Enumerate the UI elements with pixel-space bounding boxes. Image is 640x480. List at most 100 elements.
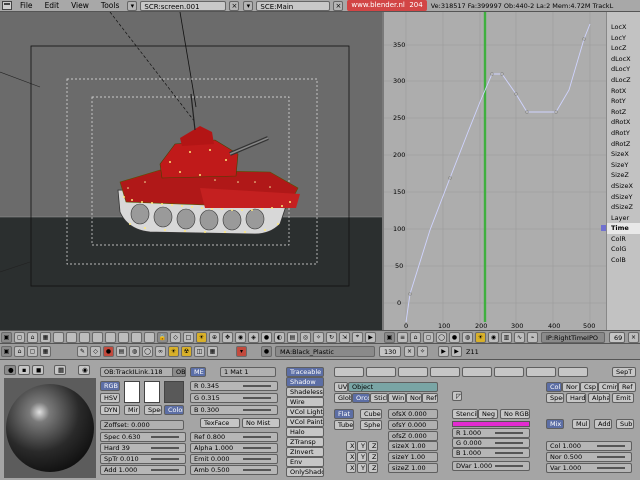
- sept-button[interactable]: SepT: [612, 367, 636, 377]
- screen-name-field[interactable]: SCR:screen.001: [140, 0, 227, 11]
- ipo-channel[interactable]: SizeX: [607, 149, 640, 160]
- proj-y2-button[interactable]: Y: [357, 452, 367, 462]
- ipo-channel[interactable]: dLocX: [607, 54, 640, 65]
- ref-slider[interactable]: Ref 0.800: [190, 432, 278, 442]
- ipo-channel[interactable]: Layer: [607, 213, 640, 224]
- layer-4-button[interactable]: [92, 331, 103, 343]
- dyn-mode-button[interactable]: DYN: [100, 405, 120, 415]
- var-factor-slider[interactable]: Var 1.000: [546, 463, 632, 473]
- rgb-mode-button[interactable]: RGB: [100, 381, 120, 391]
- proj-z2-button[interactable]: Z: [368, 452, 378, 462]
- vcol-light-toggle[interactable]: VCol Light: [286, 407, 324, 417]
- scene-browse-button[interactable]: ▾: [243, 0, 254, 11]
- ipo-lamp-icon[interactable]: ☀: [475, 331, 486, 343]
- wire-icon[interactable]: ◈: [248, 331, 259, 343]
- ipo-channel[interactable]: ColG: [607, 244, 640, 255]
- layer-6-button[interactable]: [118, 331, 129, 343]
- texture-icon[interactable]: ▤: [287, 331, 298, 343]
- anim-context-icon[interactable]: ∞: [155, 346, 166, 357]
- grid-icon[interactable]: ▦: [40, 331, 51, 343]
- texture-color-bar[interactable]: [452, 421, 530, 427]
- spec-color-swatch[interactable]: [144, 381, 160, 403]
- screen-browse-button[interactable]: ▾: [127, 0, 138, 11]
- mir-button[interactable]: Mir: [124, 405, 140, 415]
- texface-button[interactable]: TexFace: [200, 418, 240, 428]
- cube-icon[interactable]: ◻: [14, 331, 25, 343]
- sizex-field[interactable]: sizeX 1.00: [388, 441, 438, 451]
- add-slider[interactable]: Add 1.000: [100, 465, 186, 475]
- blend-sub-button[interactable]: Sub: [616, 419, 634, 429]
- sptr-slider[interactable]: SpTr 0.010: [100, 454, 186, 464]
- render-context-icon[interactable]: ▦: [207, 346, 218, 357]
- view-persp-icon[interactable]: ◇: [170, 331, 181, 343]
- tex-channel-8[interactable]: [558, 367, 588, 377]
- play-anim-all-icon[interactable]: ▶: [451, 346, 462, 357]
- ztransp-toggle[interactable]: ZTransp: [286, 437, 324, 447]
- norgb-button[interactable]: No RGB: [500, 409, 530, 419]
- screen-close-icon[interactable]: ×: [229, 0, 240, 11]
- edit-mode-icon[interactable]: ✎: [77, 346, 88, 357]
- amb-slider[interactable]: Amb 0.500: [190, 465, 278, 475]
- ipo-camera-icon[interactable]: ◉: [488, 331, 499, 343]
- texture-context-icon[interactable]: ▤: [116, 346, 127, 357]
- spec-slider[interactable]: Spec 0.630: [100, 432, 186, 442]
- material-close-icon[interactable]: ×: [404, 346, 415, 357]
- sizey-field[interactable]: sizeY 1.00: [388, 452, 438, 462]
- ipo-key-icon[interactable]: ⌁: [527, 331, 538, 343]
- ipo-home-icon[interactable]: ⌂: [410, 331, 421, 343]
- nor-factor-slider[interactable]: Nor 0.500: [546, 452, 632, 462]
- glob-button[interactable]: Glob: [334, 393, 352, 403]
- ipo-channel[interactable]: dSizeY: [607, 192, 640, 203]
- layer-1-button[interactable]: [53, 331, 64, 343]
- col-factor-slider[interactable]: Col 1.000: [546, 441, 632, 451]
- scale-icon[interactable]: ⇲: [339, 331, 350, 343]
- preview-sphere-icon[interactable]: ●: [4, 365, 16, 375]
- stencil-button[interactable]: Stencil: [452, 409, 478, 419]
- orco-button[interactable]: Orco: [352, 393, 370, 403]
- wire-toggle[interactable]: Wire: [286, 397, 324, 407]
- color-button[interactable]: Color: [164, 405, 184, 415]
- ipo-lock-icon[interactable]: ◻: [423, 331, 434, 343]
- me-link-button[interactable]: ME: [190, 367, 206, 377]
- proj-x2-button[interactable]: X: [346, 452, 356, 462]
- flat-button[interactable]: Flat: [334, 409, 354, 419]
- mat-index-field[interactable]: 1 Mat 1: [220, 367, 276, 377]
- spec-button[interactable]: Spec: [144, 405, 162, 415]
- auto-texspace-icon[interactable]: ✧: [417, 346, 428, 357]
- ipo-users-count[interactable]: 69: [609, 331, 625, 343]
- layer-5-button[interactable]: [105, 331, 116, 343]
- menu-view[interactable]: View: [65, 1, 95, 10]
- ipo-channel[interactable]: SizeZ: [607, 170, 640, 181]
- tex-g-slider[interactable]: G 0.000: [452, 438, 530, 448]
- ipo-channel[interactable]: dRotX: [607, 117, 640, 128]
- ipo-sequence-icon[interactable]: ▥: [501, 331, 512, 343]
- layer-2-button[interactable]: [66, 331, 77, 343]
- lock-icon[interactable]: 🔒: [157, 331, 168, 343]
- preview-refresh-icon[interactable]: ◉: [78, 365, 90, 375]
- window-type-icon[interactable]: ▣: [1, 331, 12, 343]
- blue-slider[interactable]: B 0.300: [190, 405, 278, 415]
- zinvert-toggle[interactable]: ZInvert: [286, 447, 324, 457]
- home-icon[interactable]: ⌂: [27, 331, 38, 343]
- ipo-channel[interactable]: SizeY: [607, 160, 640, 171]
- tex-channel-2[interactable]: [366, 367, 396, 377]
- ipo-keyframe[interactable]: [490, 72, 494, 76]
- mapto-cmir-button[interactable]: Cmir: [598, 382, 618, 392]
- preview-cube-icon[interactable]: ◼: [32, 365, 44, 375]
- material-browse-icon[interactable]: ▾: [236, 346, 247, 357]
- object-context-icon[interactable]: ◇: [90, 346, 101, 357]
- script-context-icon[interactable]: ◫: [194, 346, 205, 357]
- ipo-editor[interactable]: 350 300 250 200 150 100 50 0 0 100 200 3…: [384, 12, 640, 330]
- tex-channel-1[interactable]: [334, 367, 364, 377]
- menu-tools[interactable]: Tools: [95, 1, 125, 10]
- tex-channel-3[interactable]: [398, 367, 428, 377]
- buttons-home-icon[interactable]: ⌂: [14, 346, 25, 357]
- ipo-channel[interactable]: ColR: [607, 234, 640, 245]
- blend-mul-button[interactable]: Mul: [572, 419, 590, 429]
- ipo-curve-icon[interactable]: ∿: [514, 331, 525, 343]
- material-users-count[interactable]: 130: [379, 346, 401, 357]
- ipo-channel[interactable]: dLocZ: [607, 75, 640, 86]
- scene-close-icon[interactable]: ×: [333, 0, 344, 11]
- tex-channel-7[interactable]: [526, 367, 556, 377]
- render-icon[interactable]: ▶: [365, 331, 376, 343]
